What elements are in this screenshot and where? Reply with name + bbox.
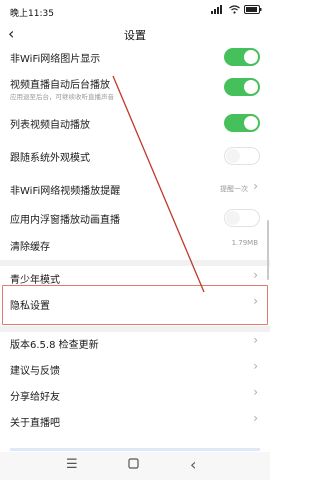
system-nav-bar: ☰ ‹ xyxy=(0,452,270,480)
back-nav-icon[interactable]: ‹ xyxy=(190,455,196,474)
home-icon[interactable] xyxy=(128,458,139,473)
menu-icon[interactable]: ☰ xyxy=(66,457,78,472)
annotation-line xyxy=(112,75,205,293)
